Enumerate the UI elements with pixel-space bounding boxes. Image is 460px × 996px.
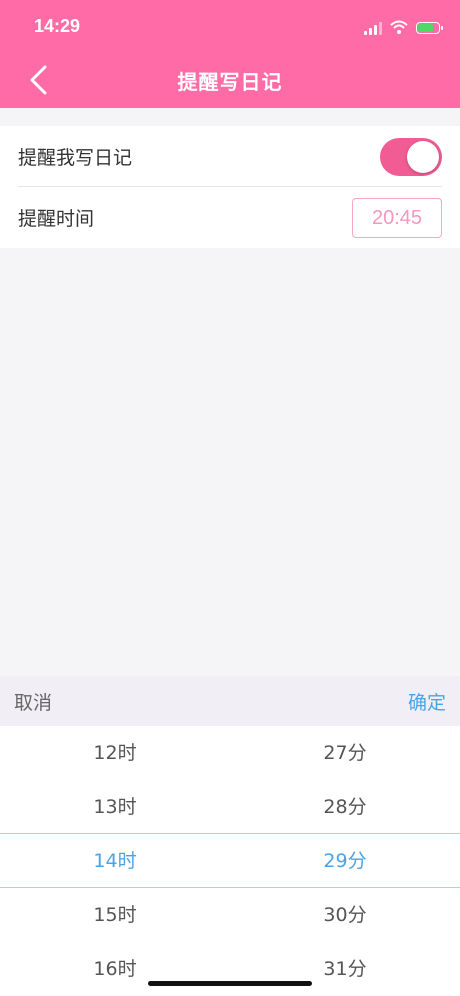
app-header: 14:29 提醒写日记 [0,0,460,108]
minute-item[interactable]: 30分 [230,888,460,942]
remind-label: 提醒我写日记 [18,146,133,169]
battery-icon [416,22,443,34]
page-title: 提醒写日记 [177,70,283,94]
hour-item[interactable]: 13时 [0,780,230,834]
time-label: 提醒时间 [18,207,95,230]
time-value-button[interactable]: 20:45 [352,198,442,238]
confirm-button[interactable]: 确定 [408,688,446,715]
hour-item[interactable]: 15时 [0,888,230,942]
time-picker: 12时 13时 14时 15时 16时 27分 28分 29分 30分 31分 [0,726,460,996]
hour-item-selected[interactable]: 14时 [0,834,230,888]
cancel-button[interactable]: 取消 [14,688,52,715]
status-icons [364,18,443,38]
minute-column[interactable]: 27分 28分 29分 30分 31分 [230,726,460,996]
minute-item[interactable]: 31分 [230,942,460,996]
settings-card: 提醒我写日记 提醒时间 20:45 [0,126,460,248]
hour-item[interactable]: 12时 [0,726,230,780]
status-time: 14:29 [34,16,81,36]
toggle-knob [407,141,439,173]
minute-item[interactable]: 28分 [230,780,460,834]
minute-item[interactable]: 27分 [230,726,460,780]
home-indicator[interactable] [148,981,312,986]
hour-column[interactable]: 12时 13时 14时 15时 16时 [0,726,230,996]
remind-row: 提醒我写日记 [18,126,442,187]
wifi-icon [390,19,408,38]
minute-item-selected[interactable]: 29分 [230,834,460,888]
signal-icon [364,21,382,35]
picker-toolbar: 取消 确定 [0,676,460,726]
hour-item[interactable]: 16时 [0,942,230,996]
time-row: 提醒时间 20:45 [18,187,442,247]
remind-toggle[interactable] [380,138,442,176]
